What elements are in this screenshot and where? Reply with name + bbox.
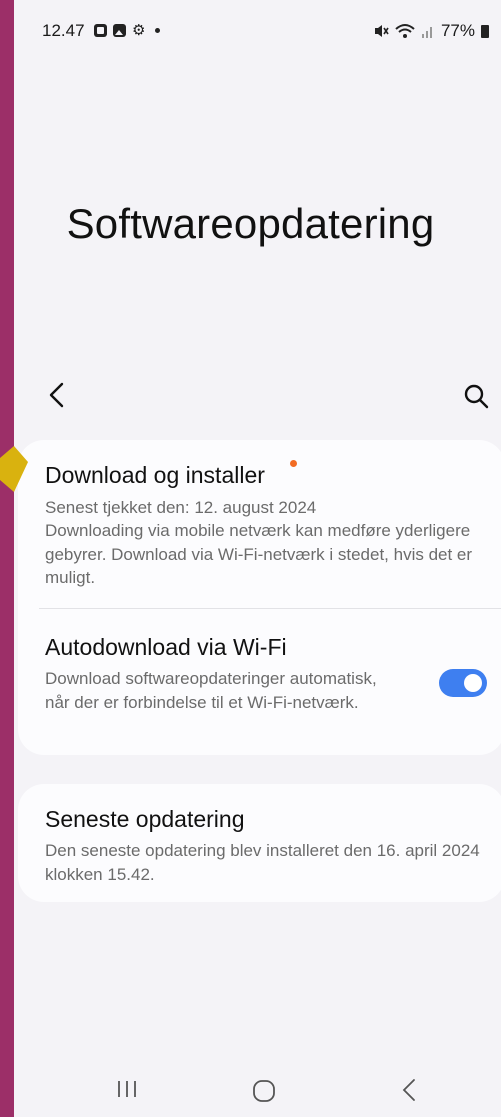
- battery-percentage: 77%: [440, 21, 475, 40]
- download-install-title: Download og installer: [45, 462, 265, 488]
- search-icon[interactable]: [462, 382, 492, 412]
- recent-apps-icon[interactable]: [116, 1079, 138, 1099]
- system-icons: 77%: [373, 21, 489, 41]
- home-icon[interactable]: [252, 1079, 276, 1103]
- auto-download-title: Autodownload via Wi-Fi: [45, 634, 287, 660]
- signal-icon: [421, 27, 432, 38]
- mute-icon: [374, 25, 389, 37]
- notification-icons: ⚙: [94, 22, 161, 39]
- gallery-icon: [113, 24, 126, 37]
- phone-screen: 12.47 ⚙ 77% Softwareopdatering Download …: [14, 0, 501, 1117]
- toggle-knob: [464, 674, 482, 692]
- settings-gear-icon: ⚙: [132, 22, 146, 39]
- status-bar: 12.47 ⚙ 77%: [14, 18, 501, 46]
- divider: [39, 608, 501, 609]
- auto-download-item[interactable]: Autodownload via Wi-Fi Download software…: [18, 610, 501, 755]
- latest-update-description: Den seneste opdatering blev installeret …: [45, 841, 480, 884]
- download-install-item[interactable]: Download og installer Senest tjekket den…: [18, 440, 501, 608]
- auto-download-toggle[interactable]: [439, 669, 487, 697]
- status-time: 12.47: [42, 21, 85, 40]
- update-settings-card: Download og installer Senest tjekket den…: [18, 440, 501, 755]
- navigation-bar: [14, 1075, 501, 1107]
- wifi-icon: [395, 24, 415, 38]
- mobile-data-warning: Downloading via mobile netværk kan medfø…: [45, 521, 473, 587]
- auto-download-description: Download softwareopdateringer automatisk…: [45, 669, 377, 712]
- latest-update-title: Seneste opdatering: [45, 806, 245, 832]
- last-checked-text: Senest tjekket den: 12. august 2024: [45, 498, 317, 517]
- more-notifications-dot-icon: [155, 28, 161, 33]
- screenshot-icon: [94, 24, 107, 37]
- back-arrow-icon[interactable]: [42, 380, 72, 410]
- pointer-arrow-icon: [0, 446, 28, 492]
- battery-icon: [481, 24, 489, 38]
- system-back-icon[interactable]: [400, 1077, 418, 1103]
- latest-update-card[interactable]: Seneste opdatering Den seneste opdaterin…: [18, 784, 501, 902]
- page-title: Softwareopdatering: [66, 200, 435, 247]
- new-badge-dot: [290, 460, 297, 467]
